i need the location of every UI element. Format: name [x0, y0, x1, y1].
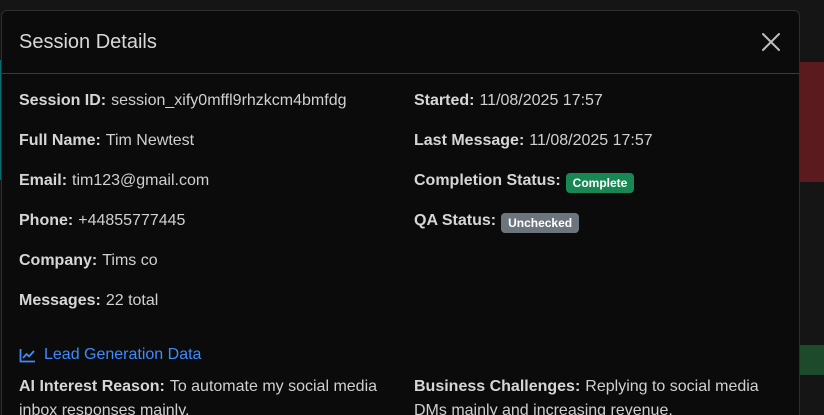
qa-status-label: QA Status:	[414, 212, 497, 229]
full-name-row: Full Name: Tim Newtest	[19, 132, 399, 172]
phone-row: Phone: +44855777445	[19, 212, 399, 252]
chart-line-icon	[19, 348, 35, 362]
full-name-label: Full Name:	[19, 132, 101, 149]
session-details-modal: Session Details Session ID: session_xify…	[1, 10, 800, 415]
modal-header: Session Details	[2, 11, 799, 74]
completion-status-badge: Complete	[565, 173, 635, 193]
ai-interest-reason: AI Interest Reason: To automate my social…	[19, 375, 394, 415]
email-value: tim123@gmail.com	[72, 172, 210, 189]
background-accent-right-red	[798, 62, 824, 182]
details-left-column: Session ID: session_xify0mffl9rhzkcm4bmf…	[19, 92, 399, 332]
lead-generation-heading: Lead Generation Data	[19, 346, 201, 364]
started-value: 11/08/2025 17:57	[479, 92, 603, 109]
session-id-value: session_xify0mffl9rhzkcm4bmfdg	[111, 92, 347, 109]
email-label: Email:	[19, 172, 68, 189]
business-challenges-label: Business Challenges:	[414, 378, 581, 395]
phone-value: +44855777445	[78, 212, 186, 229]
last-message-row: Last Message: 11/08/2025 17:57	[414, 132, 794, 172]
session-id-row: Session ID: session_xify0mffl9rhzkcm4bmf…	[19, 92, 399, 132]
completion-status-label: Completion Status:	[414, 172, 561, 189]
started-row: Started: 11/08/2025 17:57	[414, 92, 794, 132]
close-icon	[762, 33, 780, 51]
completion-status-row: Completion Status: Complete	[414, 172, 794, 212]
full-name-value: Tim Newtest	[105, 132, 195, 149]
last-message-value: 11/08/2025 17:57	[529, 132, 653, 149]
last-message-label: Last Message:	[414, 132, 525, 149]
modal-title: Session Details	[19, 30, 157, 53]
lead-generation-title: Lead Generation Data	[44, 346, 202, 363]
qa-status-badge: Unchecked	[501, 213, 580, 233]
business-challenges: Business Challenges: Replying to social m…	[414, 375, 789, 415]
details-right-column: Started: 11/08/2025 17:57 Last Message: …	[414, 92, 794, 252]
phone-label: Phone:	[19, 212, 74, 229]
company-label: Company:	[19, 252, 98, 269]
company-value: Tims co	[102, 252, 158, 269]
email-row: Email: tim123@gmail.com	[19, 172, 399, 212]
ai-interest-label: AI Interest Reason:	[19, 378, 165, 395]
messages-row: Messages: 22 total	[19, 292, 399, 332]
messages-label: Messages:	[19, 292, 101, 309]
qa-status-row: QA Status: Unchecked	[414, 212, 794, 252]
close-button[interactable]	[759, 30, 783, 54]
company-row: Company: Tims co	[19, 252, 399, 292]
background-accent-right-green	[798, 345, 824, 375]
started-label: Started:	[414, 92, 475, 109]
messages-value: 22 total	[105, 292, 159, 309]
session-id-label: Session ID:	[19, 92, 107, 109]
